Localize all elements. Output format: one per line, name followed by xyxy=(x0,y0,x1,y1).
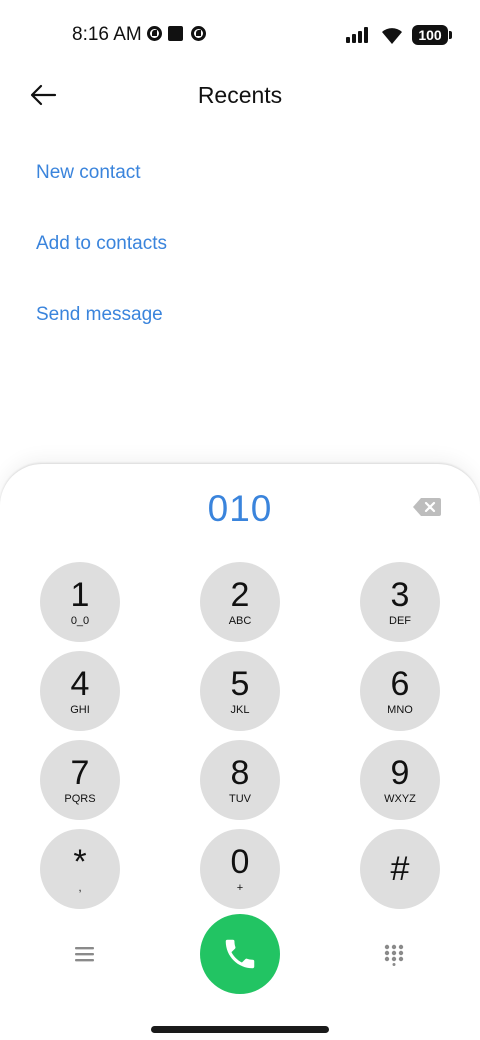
key-digit: 8 xyxy=(230,753,250,792)
menu-icon xyxy=(75,947,94,962)
key-letters: , xyxy=(78,881,82,894)
key-letters: GHI xyxy=(70,703,90,716)
backspace-icon xyxy=(413,498,441,516)
key-hash[interactable]: # xyxy=(360,829,440,909)
key-5[interactable]: 5 JKL xyxy=(200,651,280,731)
key-digit: * xyxy=(73,842,87,881)
key-7[interactable]: 7 PQRS xyxy=(40,740,120,820)
key-digit: 2 xyxy=(230,575,250,614)
key-digit: 6 xyxy=(390,664,410,703)
call-button[interactable] xyxy=(200,914,280,994)
header: Recents xyxy=(0,70,480,126)
key-letters: MNO xyxy=(387,703,413,716)
key-8[interactable]: 8 TUV xyxy=(200,740,280,820)
battery-indicator: 100 xyxy=(412,25,452,45)
phone-icon xyxy=(225,939,255,969)
key-letters: ABC xyxy=(228,614,252,627)
key-digit: 4 xyxy=(70,664,90,703)
key-4[interactable]: 4 GHI xyxy=(40,651,120,731)
key-digit: 0 xyxy=(230,842,250,881)
key-2[interactable]: 2 ABC xyxy=(200,562,280,642)
key-letters: JKL xyxy=(230,703,250,716)
signal-icon xyxy=(346,27,368,43)
new-contact-link[interactable]: New contact xyxy=(36,162,141,184)
key-digit: 7 xyxy=(70,753,90,792)
key-digit: # xyxy=(390,849,410,888)
dialed-number[interactable]: 010 xyxy=(0,488,480,530)
backspace-button[interactable] xyxy=(413,497,441,517)
key-0[interactable]: 0 + xyxy=(200,829,280,909)
key-letters: DEF xyxy=(389,614,411,627)
key-digit: 1 xyxy=(70,575,90,614)
key-star[interactable]: * , xyxy=(40,829,120,909)
key-9[interactable]: 9 WXYZ xyxy=(360,740,440,820)
key-digit: 5 xyxy=(230,664,250,703)
key-letters: + xyxy=(236,881,244,894)
key-letters: 0_0 xyxy=(70,614,90,627)
notification-icon xyxy=(147,26,162,41)
key-digit: 3 xyxy=(390,575,410,614)
status-time: 8:16 AM xyxy=(72,24,142,45)
status-bar: 8:16 AM 100 xyxy=(0,0,480,70)
key-1[interactable]: 1 0_0 xyxy=(40,562,120,642)
wifi-icon xyxy=(382,28,402,44)
dialpad-grid-icon xyxy=(384,944,404,966)
menu-button[interactable] xyxy=(74,945,96,968)
notification-square-icon xyxy=(168,26,183,41)
dialpad-sheet: 010 1 0_0 2 ABC 3 DEF 4 GHI 5 JKL 6 MNO … xyxy=(0,464,480,1040)
notification-icon xyxy=(191,26,206,41)
key-3[interactable]: 3 DEF xyxy=(360,562,440,642)
key-letters: WXYZ xyxy=(384,792,416,805)
key-6[interactable]: 6 MNO xyxy=(360,651,440,731)
key-letters: TUV xyxy=(229,792,251,805)
key-digit: 9 xyxy=(390,753,410,792)
send-message-link[interactable]: Send message xyxy=(36,304,163,326)
key-letters: PQRS xyxy=(64,792,96,805)
page-title: Recents xyxy=(197,82,283,108)
add-to-contacts-link[interactable]: Add to contacts xyxy=(36,233,167,255)
home-indicator[interactable] xyxy=(151,1026,329,1033)
dialpad-toggle-button[interactable] xyxy=(384,944,404,971)
